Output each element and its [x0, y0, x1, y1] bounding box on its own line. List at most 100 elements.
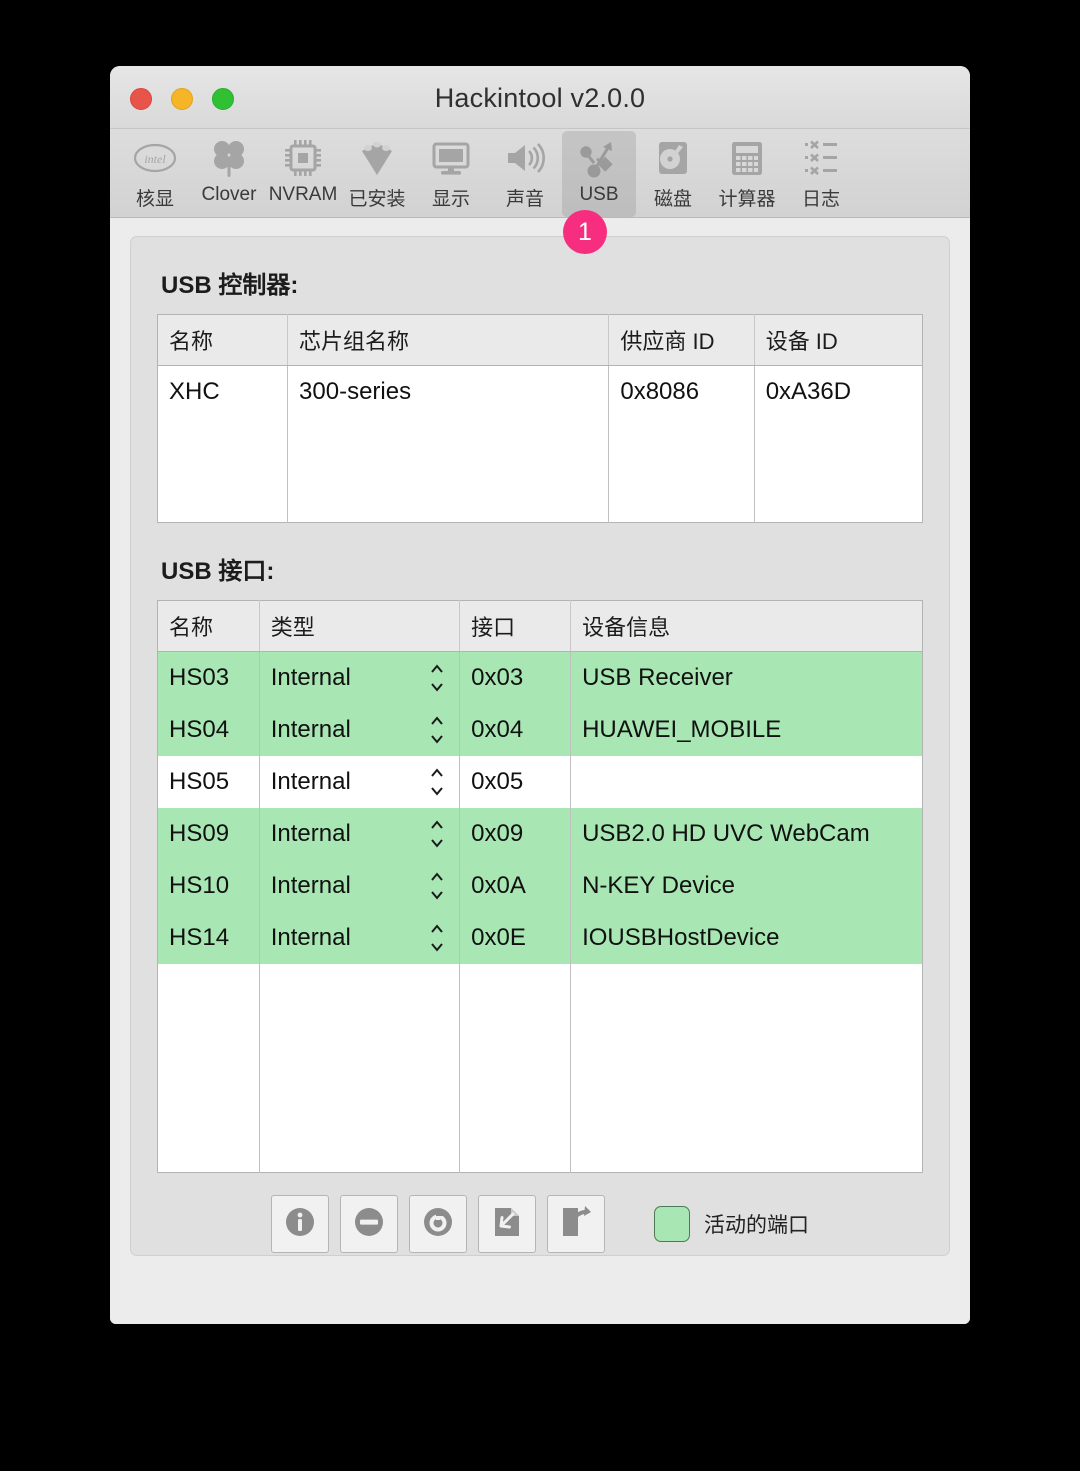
usb-icon: [576, 135, 622, 181]
port-type-select[interactable]: Internal: [259, 860, 461, 912]
info-button[interactable]: [271, 1195, 329, 1253]
tab-calculator[interactable]: 计算器: [710, 131, 784, 217]
port-index: 0x03: [459, 651, 572, 704]
kext-icon: [354, 135, 400, 181]
tab-display[interactable]: 显示: [414, 131, 488, 217]
import-button[interactable]: [478, 1195, 536, 1253]
window-title: Hackintool v2.0.0: [434, 83, 646, 113]
port-type-select[interactable]: Internal: [259, 756, 461, 808]
port-type-select[interactable]: Internal: [259, 808, 461, 860]
remove-button[interactable]: [340, 1195, 398, 1253]
port-name: HS10: [157, 860, 260, 912]
calculator-icon: [724, 135, 770, 181]
stepper-icon[interactable]: [429, 820, 445, 848]
port-type-value: Internal: [270, 820, 351, 847]
table-row[interactable]: HS03 Internal 0x03 USB Receiver: [157, 651, 923, 704]
refresh-button[interactable]: [409, 1195, 467, 1253]
table-row-empty: [157, 470, 923, 523]
usb-ports-table: 名称 类型 接口 设备信息 HS03 Internal 0x03 USB Rec…: [157, 600, 923, 1173]
refresh-icon: [420, 1204, 456, 1245]
port-device: IOUSBHostDevice: [570, 912, 923, 964]
stepper-icon[interactable]: [429, 664, 445, 692]
log-icon: [798, 135, 844, 181]
port-index: 0x09: [459, 808, 572, 860]
legend: 活动的端口: [654, 1206, 809, 1242]
controller-vendor-id: 0x8086: [608, 365, 755, 418]
port-type-value: Internal: [270, 664, 351, 691]
usb-controllers-table: 名称 芯片组名称 供应商 ID 设备 ID XHC 300-series 0x8…: [157, 314, 923, 523]
table-row-empty: [157, 1016, 923, 1068]
col-port-index[interactable]: 接口: [459, 600, 572, 652]
tab-core-display-label: 核显: [135, 189, 174, 210]
table-header-row: 名称 类型 接口 设备信息: [157, 600, 923, 652]
tab-core-display[interactable]: intel 核显: [118, 131, 192, 217]
col-controller-device[interactable]: 设备 ID: [754, 314, 923, 366]
port-name: HS03: [157, 651, 260, 704]
import-icon: [489, 1204, 525, 1245]
table-row[interactable]: HS14 Internal 0x0E IOUSBHostDevice: [157, 912, 923, 964]
port-name: HS05: [157, 756, 260, 808]
display-icon: [428, 135, 474, 181]
port-device: N-KEY Device: [570, 860, 923, 912]
tab-clover-label: Clover: [201, 184, 257, 205]
intel-icon: intel: [132, 135, 178, 181]
table-header-row: 名称 芯片组名称 供应商 ID 设备 ID: [157, 314, 923, 366]
stepper-icon[interactable]: [429, 716, 445, 744]
col-controller-vendor[interactable]: 供应商 ID: [608, 314, 755, 366]
tab-usb[interactable]: USB: [562, 131, 636, 217]
tab-installed-label: 已安装: [348, 189, 406, 210]
tab-usb-label: USB: [579, 184, 619, 205]
col-port-type[interactable]: 类型: [259, 600, 461, 652]
tab-sound-label: 声音: [505, 189, 544, 210]
port-device: USB2.0 HD UVC WebCam: [570, 808, 923, 860]
table-row[interactable]: HS10 Internal 0x0A N-KEY Device: [157, 860, 923, 912]
port-type-select[interactable]: Internal: [259, 651, 461, 704]
main-toolbar: intel 核显 Clover NVRAM 已安装 显示 声音 USB 磁盘 计…: [110, 129, 970, 218]
port-device: HUAWEI_MOBILE: [570, 704, 923, 756]
col-port-name[interactable]: 名称: [157, 600, 260, 652]
tab-installed[interactable]: 已安装: [340, 131, 414, 217]
table-row[interactable]: HS09 Internal 0x09 USB2.0 HD UVC WebCam: [157, 808, 923, 860]
tab-display-label: 显示: [431, 189, 470, 210]
stepper-icon[interactable]: [429, 768, 445, 796]
export-button[interactable]: [547, 1195, 605, 1253]
clover-icon: [206, 135, 252, 181]
port-type-value: Internal: [270, 872, 351, 899]
table-row[interactable]: XHC 300-series 0x8086 0xA36D: [157, 365, 923, 418]
port-index: 0x0A: [459, 860, 572, 912]
tab-log-label: 日志: [801, 189, 840, 210]
table-row-empty: [157, 1068, 923, 1120]
table-row[interactable]: HS04 Internal 0x04 HUAWEI_MOBILE: [157, 704, 923, 756]
tab-sound[interactable]: 声音: [488, 131, 562, 217]
speaker-icon: [502, 135, 548, 181]
controller-name: XHC: [157, 365, 289, 418]
col-controller-chipset[interactable]: 芯片组名称: [287, 314, 610, 366]
port-name: HS14: [157, 912, 260, 964]
tab-log[interactable]: 日志: [784, 131, 858, 217]
app-window: Hackintool v2.0.0 intel 核显 Clover NVRAM: [110, 66, 970, 1324]
step-badge-1: 1: [563, 210, 607, 254]
svg-text:intel: intel: [144, 152, 166, 166]
port-type-value: Internal: [270, 768, 351, 795]
port-type-value: Internal: [270, 924, 351, 951]
port-type-select[interactable]: Internal: [259, 912, 461, 964]
port-type-select[interactable]: Internal: [259, 704, 461, 756]
table-row-empty: [157, 964, 923, 1016]
stepper-icon[interactable]: [429, 872, 445, 900]
disk-icon: [650, 135, 696, 181]
export-icon: [558, 1204, 594, 1245]
stepper-icon[interactable]: [429, 924, 445, 952]
controller-device-id: 0xA36D: [754, 365, 923, 418]
chip-icon: [280, 135, 326, 181]
action-toolbar: 活动的端口: [157, 1195, 923, 1253]
tab-clover[interactable]: Clover: [192, 131, 266, 217]
col-controller-name[interactable]: 名称: [157, 314, 289, 366]
port-index: 0x0E: [459, 912, 572, 964]
tab-disk[interactable]: 磁盘: [636, 131, 710, 217]
col-port-device[interactable]: 设备信息: [570, 600, 923, 652]
titlebar: Hackintool v2.0.0: [110, 66, 970, 129]
tab-nvram[interactable]: NVRAM: [266, 131, 340, 217]
port-index: 0x05: [459, 756, 572, 808]
table-row[interactable]: HS05 Internal 0x05: [157, 756, 923, 808]
table-row-empty: [157, 1120, 923, 1173]
